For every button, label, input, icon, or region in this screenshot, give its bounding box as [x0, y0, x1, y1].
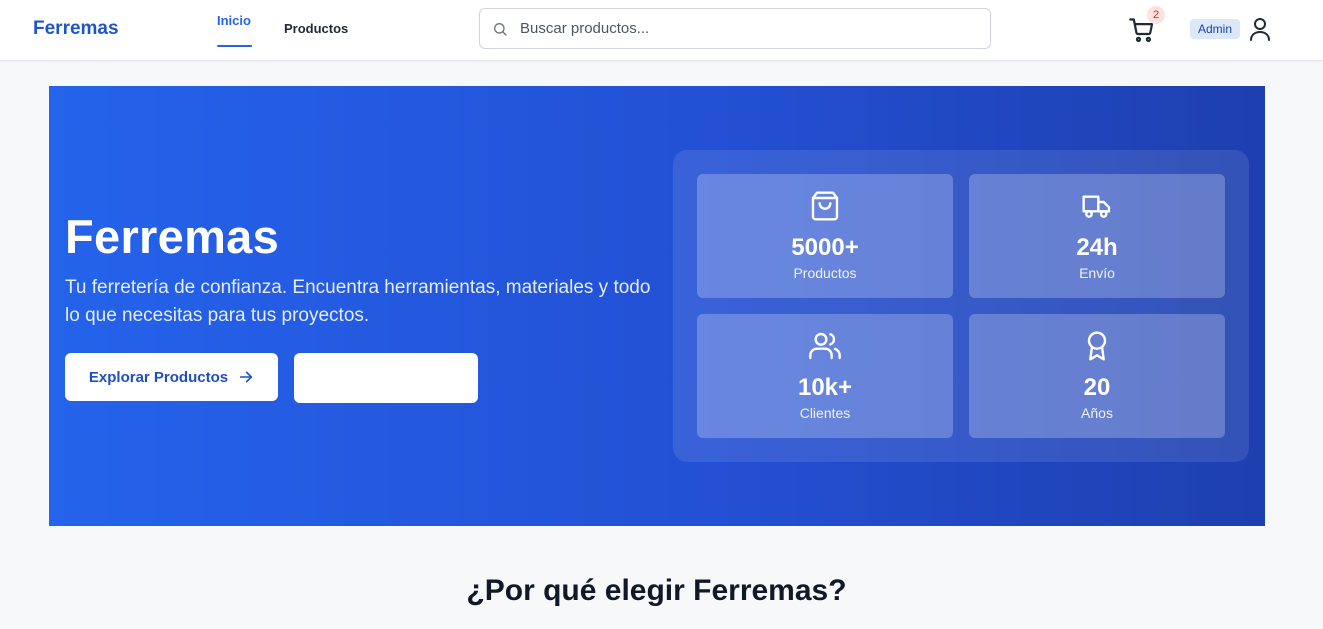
award-icon	[1087, 331, 1107, 361]
arrow-right-icon	[239, 371, 253, 383]
stat-card-productos: 5000+ Productos	[697, 174, 953, 298]
brand-logo[interactable]: Ferremas	[33, 18, 119, 40]
hero-banner: Ferremas Tu ferretería de confianza. Enc…	[49, 86, 1265, 526]
stat-card-clientes: 10k+ Clientes	[697, 314, 953, 438]
nav-link-productos[interactable]: Productos	[284, 21, 348, 36]
search-box	[479, 8, 991, 49]
stats-panel: 5000+ Productos 24h Envío 10k+ Clientes	[673, 150, 1249, 462]
search-input[interactable]	[520, 10, 980, 47]
stat-card-anos: 20 Años	[969, 314, 1225, 438]
search-icon	[494, 23, 507, 36]
stat-label: Envío	[1079, 265, 1115, 281]
stat-value: 5000+	[791, 234, 859, 261]
cart-count-badge: 2	[1147, 6, 1165, 24]
explore-products-label: Explorar Productos	[88, 368, 229, 386]
stat-label: Clientes	[799, 405, 851, 421]
secondary-hero-button[interactable]	[294, 353, 478, 403]
top-navbar: Ferremas Inicio Productos 2 Admin	[0, 0, 1323, 61]
stat-value: 10k+	[797, 374, 853, 401]
admin-badge[interactable]: Admin	[1190, 19, 1240, 39]
users-icon	[809, 332, 841, 360]
explore-products-button[interactable]: Explorar Productos	[65, 353, 278, 401]
user-menu-button[interactable]	[1249, 17, 1271, 41]
active-nav-indicator	[217, 45, 252, 47]
features-section-title: ¿Por qué elegir Ferremas?	[466, 574, 847, 607]
shopping-bag-icon	[811, 191, 839, 221]
hero-title: Ferremas	[65, 210, 280, 263]
stat-label: Productos	[793, 265, 857, 281]
stat-card-envio: 24h Envío	[969, 174, 1225, 298]
stat-label: Años	[1081, 405, 1113, 421]
stat-value: 24h	[1076, 234, 1118, 261]
truck-icon	[1082, 195, 1111, 218]
hero-subtitle: Tu ferretería de confianza. Encuentra he…	[65, 277, 651, 326]
nav-link-inicio[interactable]: Inicio	[217, 13, 251, 28]
stat-value: 20	[1083, 374, 1111, 401]
user-icon	[1250, 18, 1270, 41]
